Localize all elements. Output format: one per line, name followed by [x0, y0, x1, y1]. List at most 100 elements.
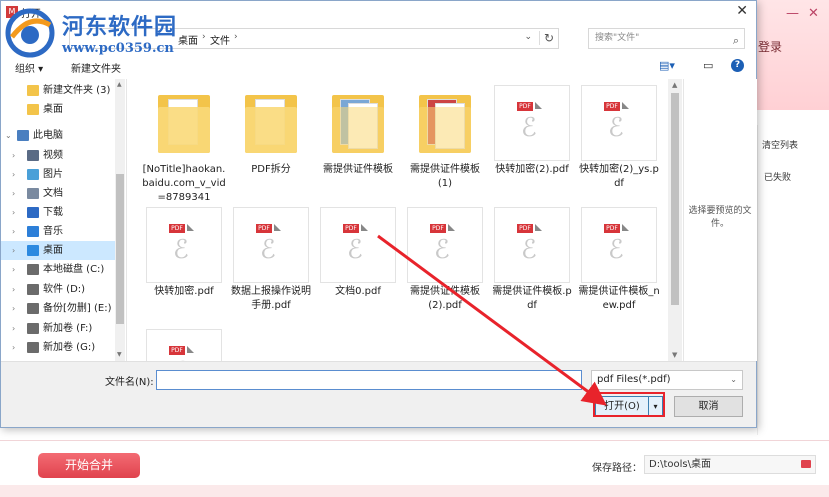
folder-item[interactable]: PDF拆分: [229, 83, 313, 203]
search-placeholder: 搜索"文件": [595, 33, 640, 43]
tree-item[interactable]: 新建文件夹 (3): [1, 81, 115, 100]
navigation-tree: ▲ ▼ 新建文件夹 (3) 桌面 ⌄ 此电脑 › 视频 › 图片 › 文档 › 下载 › 音乐 › 桌面 › 本地…: [1, 79, 127, 361]
computer-icon: [17, 130, 29, 141]
expand-chevron-icon[interactable]: ›: [12, 260, 15, 279]
tree-item-label: 软件 (D:): [43, 284, 86, 295]
picture-icon: [27, 169, 39, 180]
preview-pane-icon[interactable]: ▭: [703, 59, 713, 72]
scroll-down-icon[interactable]: ▼: [117, 351, 122, 358]
tree-item[interactable]: › 音乐: [1, 222, 115, 241]
drive-icon: [27, 323, 39, 334]
music-icon: [27, 226, 39, 237]
tree-item-label: 桌面: [43, 245, 63, 256]
login-link[interactable]: 登录: [758, 38, 782, 55]
tree-item-label: 视频: [43, 150, 63, 161]
folder-item[interactable]: [NoTitle]haokan.baidu.com_v_vid=8789341: [142, 83, 226, 203]
drive-icon: [27, 284, 39, 295]
file-name: 文档0.pdf: [335, 286, 381, 297]
file-grid-scroll-thumb[interactable]: [671, 93, 679, 305]
pdf-file-item[interactable]: PDF ℰ 需提供证件模板_new.pdf: [577, 205, 661, 325]
expand-chevron-icon[interactable]: ›: [12, 165, 15, 184]
expand-chevron-icon[interactable]: ›: [12, 222, 15, 241]
expand-chevron-icon[interactable]: ›: [12, 338, 15, 357]
expand-chevron-icon[interactable]: ›: [12, 146, 15, 165]
tree-item-label: 本地磁盘 (C:): [43, 264, 105, 275]
tree-item[interactable]: › 视频: [1, 146, 115, 165]
search-input[interactable]: 搜索"文件" ⌕: [588, 28, 745, 49]
clear-list-button[interactable]: 清空列表: [762, 138, 798, 151]
tree-item[interactable]: › 文档: [1, 184, 115, 203]
expand-chevron-icon[interactable]: ›: [12, 241, 15, 260]
expand-chevron-icon[interactable]: ›: [12, 203, 15, 222]
tree-item[interactable]: › 备份[勿删] (E:): [1, 299, 115, 318]
document-icon: [27, 188, 39, 199]
open-dropdown-button[interactable]: ▾: [649, 396, 663, 417]
refresh-icon[interactable]: ↻: [538, 31, 554, 45]
file-grid-scrollbar[interactable]: ▲ ▼: [668, 79, 682, 361]
view-options-icon[interactable]: ▤▾: [659, 59, 675, 72]
watermark-logo: [5, 8, 55, 58]
expand-chevron-icon[interactable]: ›: [12, 319, 15, 338]
tree-item-label: 备份[勿删] (E:): [43, 303, 112, 314]
file-type-value: pdf Files(*.pdf): [597, 374, 671, 385]
folder-icon: [146, 85, 222, 161]
minimize-icon[interactable]: —: [786, 6, 799, 21]
tree-item[interactable]: ⌄ 此电脑: [1, 126, 115, 145]
search-icon[interactable]: ⌕: [733, 31, 739, 50]
browse-folder-icon[interactable]: [801, 460, 811, 468]
folder-icon: [233, 85, 309, 161]
chevron-down-icon[interactable]: ⌄: [730, 371, 737, 389]
pdf-file-icon: PDFℰ: [320, 207, 396, 283]
filename-input[interactable]: [156, 370, 582, 390]
scroll-down-icon[interactable]: ▼: [672, 351, 677, 359]
help-icon[interactable]: ?: [731, 59, 744, 72]
folder-item[interactable]: 需提供证件模板(1): [403, 83, 487, 203]
chevron-down-icon[interactable]: ⌄: [524, 32, 532, 42]
pdf-file-item[interactable]: PDF ℰ 数据上报操作说明手册.pdf: [229, 205, 313, 325]
scroll-up-icon[interactable]: ▲: [672, 81, 677, 89]
collapse-chevron-icon[interactable]: ⌄: [5, 126, 12, 145]
file-name: 需提供证件模板: [323, 164, 393, 175]
save-path-field[interactable]: D:\tools\桌面: [644, 455, 816, 474]
pdf-file-item[interactable]: PDF ℰ 快转加密.pdf: [142, 205, 226, 325]
scroll-up-icon[interactable]: ▲: [117, 81, 122, 88]
failed-status: 已失败: [764, 173, 792, 183]
save-path-label: 保存路径：: [592, 463, 642, 474]
file-name: 需提供证件模板(2).pdf: [410, 286, 480, 311]
app-close-icon[interactable]: ✕: [808, 6, 819, 21]
tree-item[interactable]: › 图片: [1, 165, 115, 184]
tree-item[interactable]: 桌面: [1, 100, 115, 119]
pdf-file-item[interactable]: PDF ℰ 文档0.pdf: [316, 205, 400, 325]
tree-item[interactable]: › 新加卷 (F:): [1, 319, 115, 338]
expand-chevron-icon[interactable]: ›: [12, 299, 15, 318]
pdf-file-item[interactable]: PDF ℰ 快转加密(2)_ys.pdf: [577, 83, 661, 203]
open-button[interactable]: 打开(O): [595, 396, 649, 417]
expand-chevron-icon[interactable]: ›: [12, 280, 15, 299]
tree-item[interactable]: › 软件 (D:): [1, 280, 115, 299]
tree-scrollbar[interactable]: ▲ ▼: [115, 79, 125, 361]
tree-item[interactable]: › 下载: [1, 203, 115, 222]
close-icon[interactable]: ✕: [736, 3, 748, 19]
tree-item[interactable]: › 桌面: [1, 241, 115, 260]
pdf-file-item[interactable]: PDFℰ: [142, 327, 226, 361]
folder-icon: [407, 85, 483, 161]
pdf-file-item[interactable]: PDF ℰ 需提供证件模板.pdf: [490, 205, 574, 325]
file-name: 快转加密(2)_ys.pdf: [579, 164, 659, 189]
file-type-select[interactable]: pdf Files(*.pdf) ⌄: [591, 370, 743, 390]
pdf-file-item[interactable]: PDF ℰ 快转加密(2).pdf: [490, 83, 574, 203]
start-merge-button[interactable]: 开始合并: [38, 453, 140, 478]
tree-scroll-thumb[interactable]: [116, 174, 124, 324]
file-name: 需提供证件模板_new.pdf: [578, 286, 660, 311]
tree-item-label: 新加卷 (G:): [43, 342, 96, 353]
expand-chevron-icon[interactable]: ›: [12, 184, 15, 203]
tree-item-label: 新建文件夹 (3): [43, 85, 111, 96]
folder-item[interactable]: 需提供证件模板: [316, 83, 400, 203]
pdf-file-item[interactable]: PDF ℰ 需提供证件模板(2).pdf: [403, 205, 487, 325]
filename-label: 文件名(N):: [105, 377, 154, 388]
tree-item[interactable]: › 新加卷 (G:): [1, 338, 115, 357]
tree-item[interactable]: › 本地磁盘 (C:): [1, 260, 115, 279]
cancel-button[interactable]: 取消: [674, 396, 743, 417]
tree-item-label: 此电脑: [33, 130, 63, 141]
open-file-dialog: M 打开 ✕ ↑ 桌面 › 文件 › ⌄ ↻ 搜索"文件" ⌕ 组织 ▾ 新建文…: [0, 0, 757, 428]
video-icon: [27, 150, 39, 161]
